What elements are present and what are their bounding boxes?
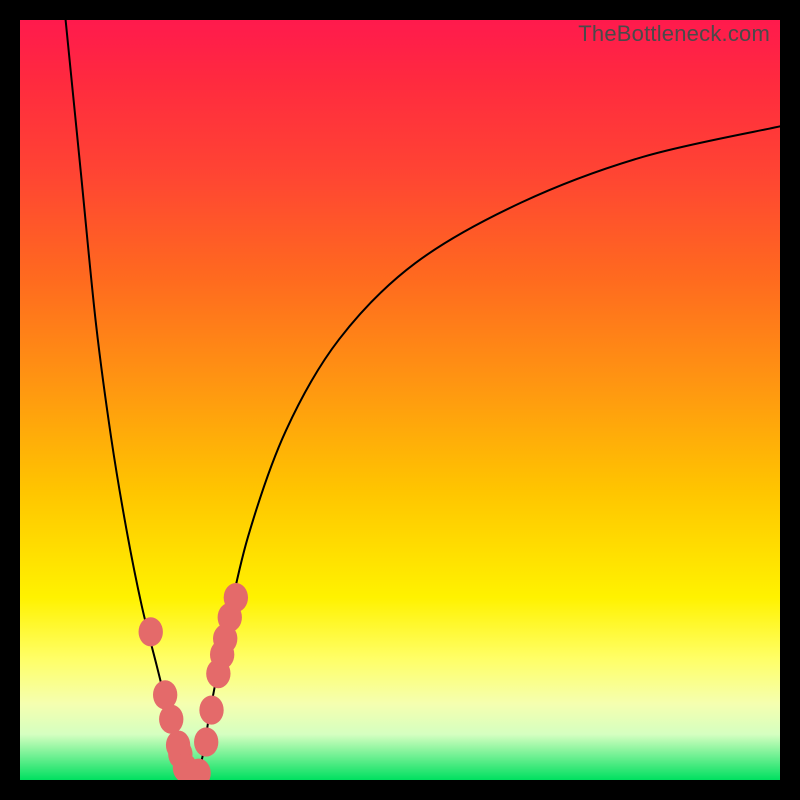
beads-left <box>139 617 204 780</box>
plot-area: TheBottleneck.com <box>20 20 780 780</box>
chart-frame: TheBottleneck.com <box>0 0 800 800</box>
curve-right <box>195 126 780 780</box>
bead-marker <box>199 695 223 724</box>
beads-right <box>186 583 248 780</box>
bead-marker <box>194 727 218 756</box>
watermark-text: TheBottleneck.com <box>578 21 770 47</box>
bead-marker <box>139 617 163 646</box>
chart-svg <box>20 20 780 780</box>
curve-left <box>66 20 195 780</box>
bead-marker <box>159 705 183 734</box>
bead-marker <box>224 583 248 612</box>
